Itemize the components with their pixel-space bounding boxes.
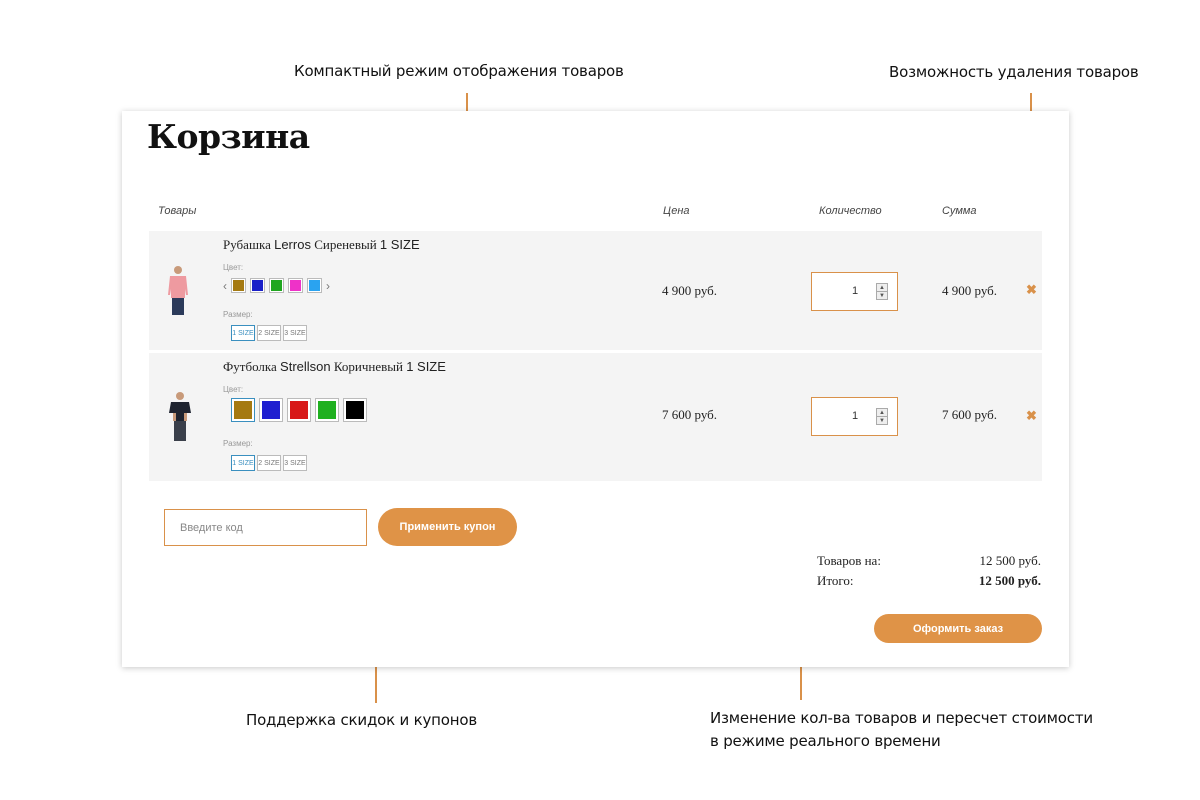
color-swatch[interactable] [269,278,284,293]
item-price: 7 600 руб. [662,407,718,422]
chevron-up-icon[interactable]: ▲ [877,284,887,292]
product-image-pink-shirt[interactable] [166,265,190,317]
quantity-spinner: ▲ ▼ [876,283,888,300]
column-header-price: Цена [663,205,690,217]
swatch-fill [290,401,308,419]
grand-total-value: 12 500 руб. [978,573,1041,588]
quantity-value[interactable]: 1 [852,285,858,297]
size-options: 1 SIZE 2 SIZE 3 SIZE [231,325,307,341]
color-swatch[interactable] [315,398,339,422]
item-price: 4 900 руб. [662,283,718,298]
column-header-sum: Сумма [942,205,977,217]
chevron-right-icon[interactable]: › [326,280,330,292]
quantity-value[interactable]: 1 [852,410,858,422]
color-swatch[interactable] [287,398,311,422]
swatch-fill [234,401,252,419]
size-label: Размер: [223,439,253,448]
swatch-fill [252,280,263,291]
cart-item-row: Футболка Strellson Коричневый 1 SIZE Цве… [149,353,1042,481]
color-label: Цвет: [223,385,244,394]
annotation-recalc-line2: в режиме реального времени [710,732,941,750]
quantity-stepper[interactable]: 1 ▲ ▼ [811,397,898,436]
chevron-down-icon[interactable]: ▼ [877,292,887,300]
product-image-dark-tshirt[interactable] [168,391,192,443]
apply-coupon-button[interactable]: Применить купон [378,508,517,546]
color-swatch[interactable] [231,398,255,422]
goods-total-label: Товаров на: [817,553,881,568]
annotation-recalc-line1: Изменение кол-ва товаров и пересчет стои… [710,709,1093,727]
swatch-fill [290,280,301,291]
product-name[interactable]: Футболка Strellson Коричневый 1 SIZE [223,359,446,375]
swatch-fill [262,401,280,419]
chevron-up-icon[interactable]: ▲ [877,409,887,417]
cart-panel: Корзина Товары Цена Количество Сумма Руб… [122,111,1069,667]
size-option[interactable]: 2 SIZE [257,455,281,471]
swatch-fill [318,401,336,419]
column-header-products: Товары [158,205,197,217]
swatch-fill [346,401,364,419]
annotation-compact-mode: Компактный режим отображения товаров [294,62,624,80]
color-swatch[interactable] [231,278,246,293]
goods-total-value: 12 500 руб. [979,553,1041,568]
grand-total-label: Итого: [817,573,854,588]
swatch-fill [271,280,282,291]
swatch-fill [233,280,244,291]
size-label: Размер: [223,310,253,319]
size-option[interactable]: 3 SIZE [283,325,307,341]
quantity-spinner: ▲ ▼ [876,408,888,425]
color-swatch[interactable] [343,398,367,422]
item-sum: 4 900 руб. [942,283,998,298]
swatch-fill [309,280,320,291]
product-name[interactable]: Рубашка Lerros Сиреневый 1 SIZE [223,237,420,253]
annotation-coupons: Поддержка скидок и купонов [246,711,477,729]
color-swatch[interactable] [250,278,265,293]
size-option[interactable]: 1 SIZE [231,455,255,471]
color-swatches: ‹ › [223,278,330,293]
quantity-stepper[interactable]: 1 ▲ ▼ [811,272,898,311]
checkout-button[interactable]: Оформить заказ [874,614,1042,643]
chevron-left-icon[interactable]: ‹ [223,280,227,292]
page-title: Корзина [147,117,310,156]
size-options: 1 SIZE 2 SIZE 3 SIZE [231,455,307,471]
chevron-down-icon[interactable]: ▼ [877,417,887,425]
coupon-code-input[interactable] [164,509,367,546]
size-option[interactable]: 3 SIZE [283,455,307,471]
color-swatch[interactable] [259,398,283,422]
color-swatch[interactable] [288,278,303,293]
annotation-delete: Возможность удаления товаров [889,63,1139,81]
size-option[interactable]: 2 SIZE [257,325,281,341]
close-icon[interactable]: ✖ [1026,282,1037,298]
close-icon[interactable]: ✖ [1026,408,1037,424]
column-header-quantity: Количество [819,205,882,217]
color-label: Цвет: [223,263,244,272]
color-swatches [231,398,367,422]
cart-item-row: Рубашка Lerros Сиреневый 1 SIZE Цвет: ‹ … [149,231,1042,350]
color-swatch[interactable] [307,278,322,293]
item-sum: 7 600 руб. [942,407,998,422]
size-option[interactable]: 1 SIZE [231,325,255,341]
